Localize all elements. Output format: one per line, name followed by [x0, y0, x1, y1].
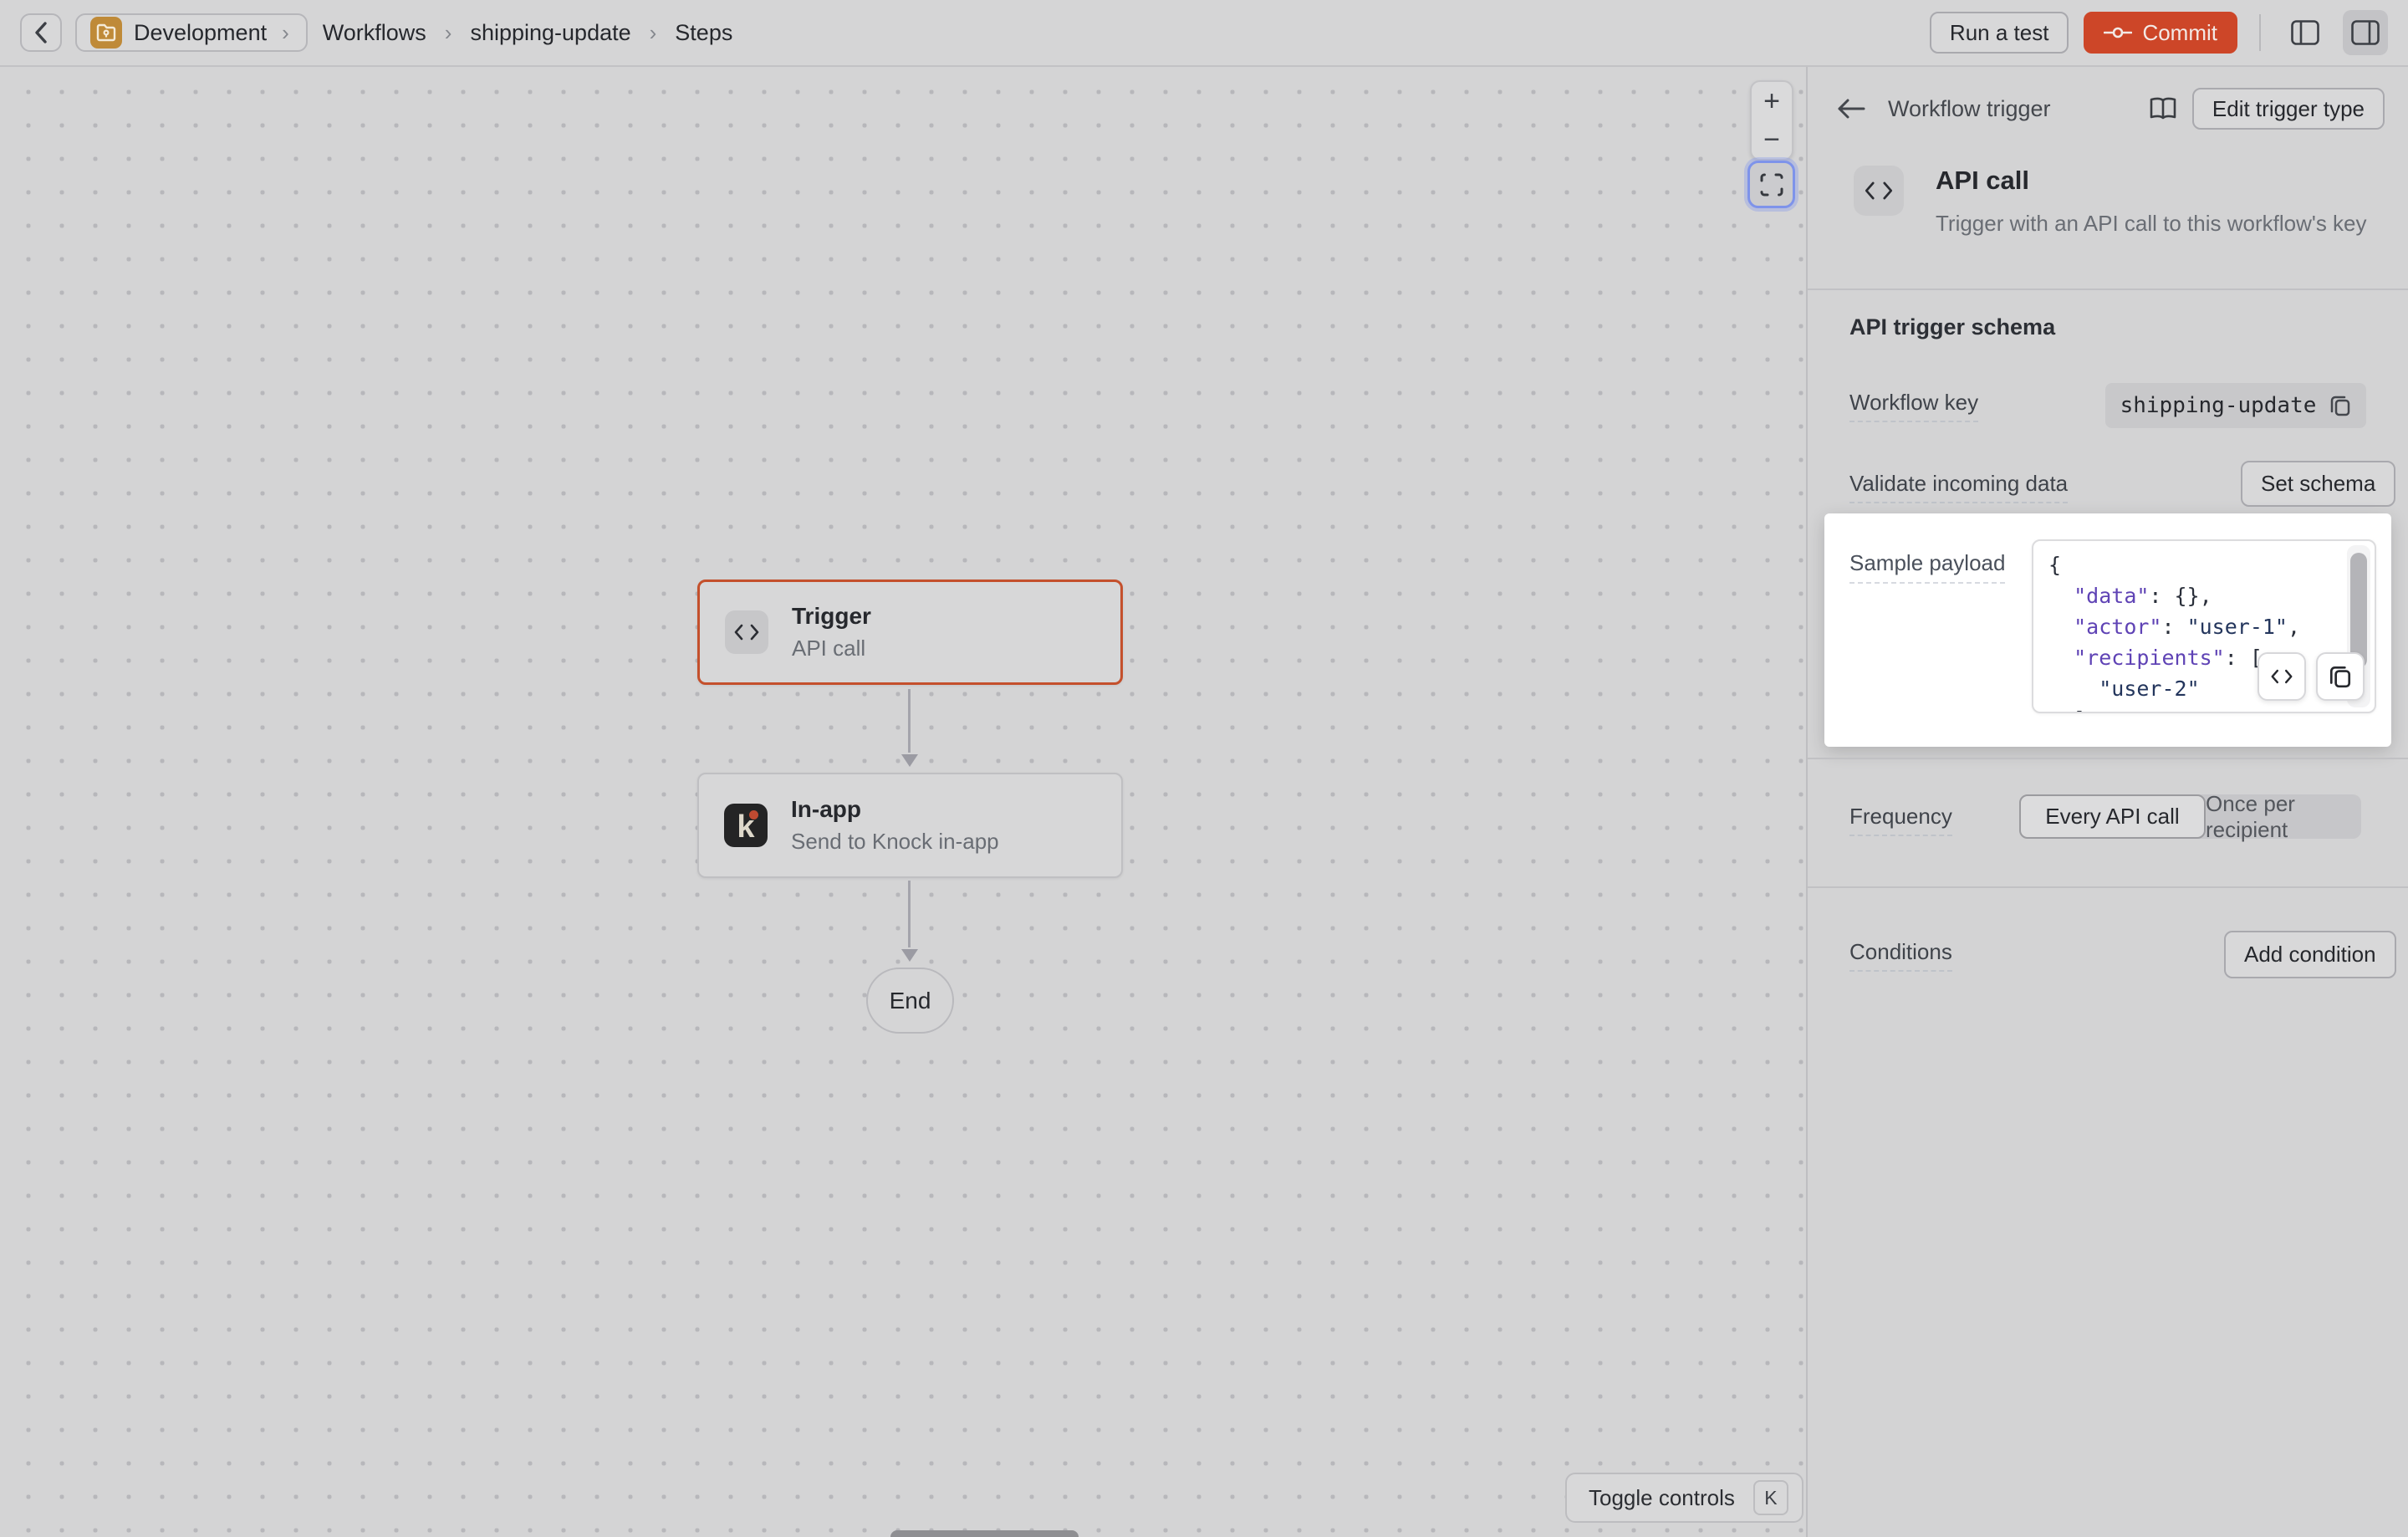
chevron-right-icon: ›: [278, 20, 293, 46]
copy-payload-button[interactable]: [2316, 652, 2365, 701]
zoom-out-button[interactable]: −: [1752, 120, 1792, 159]
schema-section-title: API trigger schema: [1849, 314, 2055, 340]
zoom-controls: + −: [1750, 80, 1793, 161]
panel-right-icon: [2351, 20, 2380, 45]
edge-arrowhead: [901, 754, 918, 767]
breadcrumb-workflows[interactable]: Workflows: [323, 20, 426, 46]
node-in-app[interactable]: k In-app Send to Knock in-app: [697, 773, 1123, 878]
workflow-key-value: shipping-update: [2120, 393, 2317, 418]
keyboard-shortcut-badge: K: [1753, 1480, 1788, 1515]
toggle-controls-button[interactable]: Toggle controls K: [1565, 1473, 1803, 1523]
section-divider: [1808, 758, 2408, 759]
open-code-editor-button[interactable]: [2258, 652, 2306, 701]
workflow-key-value-pill: shipping-update: [2105, 383, 2366, 428]
docs-button[interactable]: [2149, 97, 2177, 120]
trigger-type-title: API call: [1936, 166, 2367, 196]
zoom-in-button[interactable]: +: [1752, 82, 1792, 120]
toolbar-divider: [2259, 14, 2261, 51]
set-schema-button[interactable]: Set schema: [2241, 461, 2395, 507]
folder-icon: [90, 17, 122, 49]
node-subtitle: Send to Knock in-app: [791, 829, 999, 855]
validate-incoming-data-label: Validate incoming data: [1849, 471, 2068, 503]
hidden-dock-peek[interactable]: [890, 1530, 1079, 1537]
node-trigger[interactable]: Trigger API call: [697, 580, 1123, 685]
frequency-segmented-control: Every API call Once per recipient: [2019, 794, 2361, 839]
trigger-type-description: Trigger with an API call to this workflo…: [1936, 211, 2367, 237]
run-a-test-button[interactable]: Run a test: [1930, 12, 2069, 54]
book-icon: [2149, 97, 2177, 120]
chevron-left-icon: [32, 20, 50, 45]
sample-payload-label: Sample payload: [1849, 550, 2005, 584]
commit-icon: [2104, 26, 2132, 39]
panel-left-icon: [2291, 20, 2319, 45]
node-end[interactable]: End: [866, 968, 954, 1034]
panel-header: Workflow trigger Edit trigger type: [1808, 67, 2408, 151]
trigger-type-summary: API call Trigger with an API call to thi…: [1854, 166, 2367, 237]
top-bar: Development › Workflows › shipping-updat…: [0, 0, 2408, 67]
editor-scrollbar-thumb[interactable]: [2350, 553, 2367, 668]
section-divider: [1808, 289, 2408, 290]
frequency-label: Frequency: [1849, 804, 1952, 836]
knock-logo-icon: k: [724, 804, 768, 847]
environment-switcher[interactable]: Development ›: [75, 13, 308, 52]
fit-view-icon: [1760, 173, 1783, 197]
back-button[interactable]: [20, 13, 62, 52]
copy-icon: [2329, 394, 2351, 417]
code-icon: [725, 610, 768, 654]
node-title: Trigger: [792, 603, 871, 630]
code-icon: [1854, 166, 1904, 216]
arrow-left-icon: [1836, 98, 1866, 120]
panel-back-button[interactable]: [1836, 98, 1866, 120]
edge-arrowhead: [901, 949, 918, 962]
section-divider: [1808, 886, 2408, 888]
edit-trigger-type-button[interactable]: Edit trigger type: [2192, 88, 2385, 130]
code-icon: [2271, 669, 2293, 684]
frequency-option-every-api-call[interactable]: Every API call: [2019, 794, 2206, 839]
panel-title: Workflow trigger: [1888, 96, 2051, 122]
fit-view-button[interactable]: [1747, 161, 1795, 208]
copy-icon: [2329, 664, 2352, 689]
frequency-option-once-per-recipient[interactable]: Once per recipient: [2206, 794, 2361, 839]
commit-button[interactable]: Commit: [2084, 12, 2237, 54]
conditions-label: Conditions: [1849, 939, 1952, 972]
environment-label: Development: [134, 20, 267, 46]
copy-workflow-key-button[interactable]: [2329, 394, 2351, 417]
node-subtitle: API call: [792, 636, 871, 661]
chevron-right-icon: ›: [646, 20, 661, 46]
chevron-right-icon: ›: [441, 20, 456, 46]
toggle-left-panel-button[interactable]: [2283, 10, 2328, 55]
edge-inapp-to-end: [908, 881, 911, 947]
workflow-key-label: Workflow key: [1849, 390, 1978, 422]
edge-trigger-to-inapp: [908, 689, 911, 753]
node-title: In-app: [791, 796, 999, 823]
workflow-canvas[interactable]: + − Trigger API call k In-app Send to Kn…: [0, 67, 1806, 1537]
breadcrumb-steps[interactable]: Steps: [675, 20, 732, 46]
toggle-right-panel-button[interactable]: [2343, 10, 2388, 55]
breadcrumb: Workflows › shipping-update › Steps: [323, 20, 733, 46]
add-condition-button[interactable]: Add condition: [2224, 931, 2396, 978]
sample-payload-spotlight: Sample payload { "data": {}, "actor": "u…: [1824, 513, 2391, 747]
workflow-trigger-panel: Workflow trigger Edit trigger type API c…: [1806, 67, 2408, 1537]
breadcrumb-workflow-key[interactable]: shipping-update: [470, 20, 630, 46]
